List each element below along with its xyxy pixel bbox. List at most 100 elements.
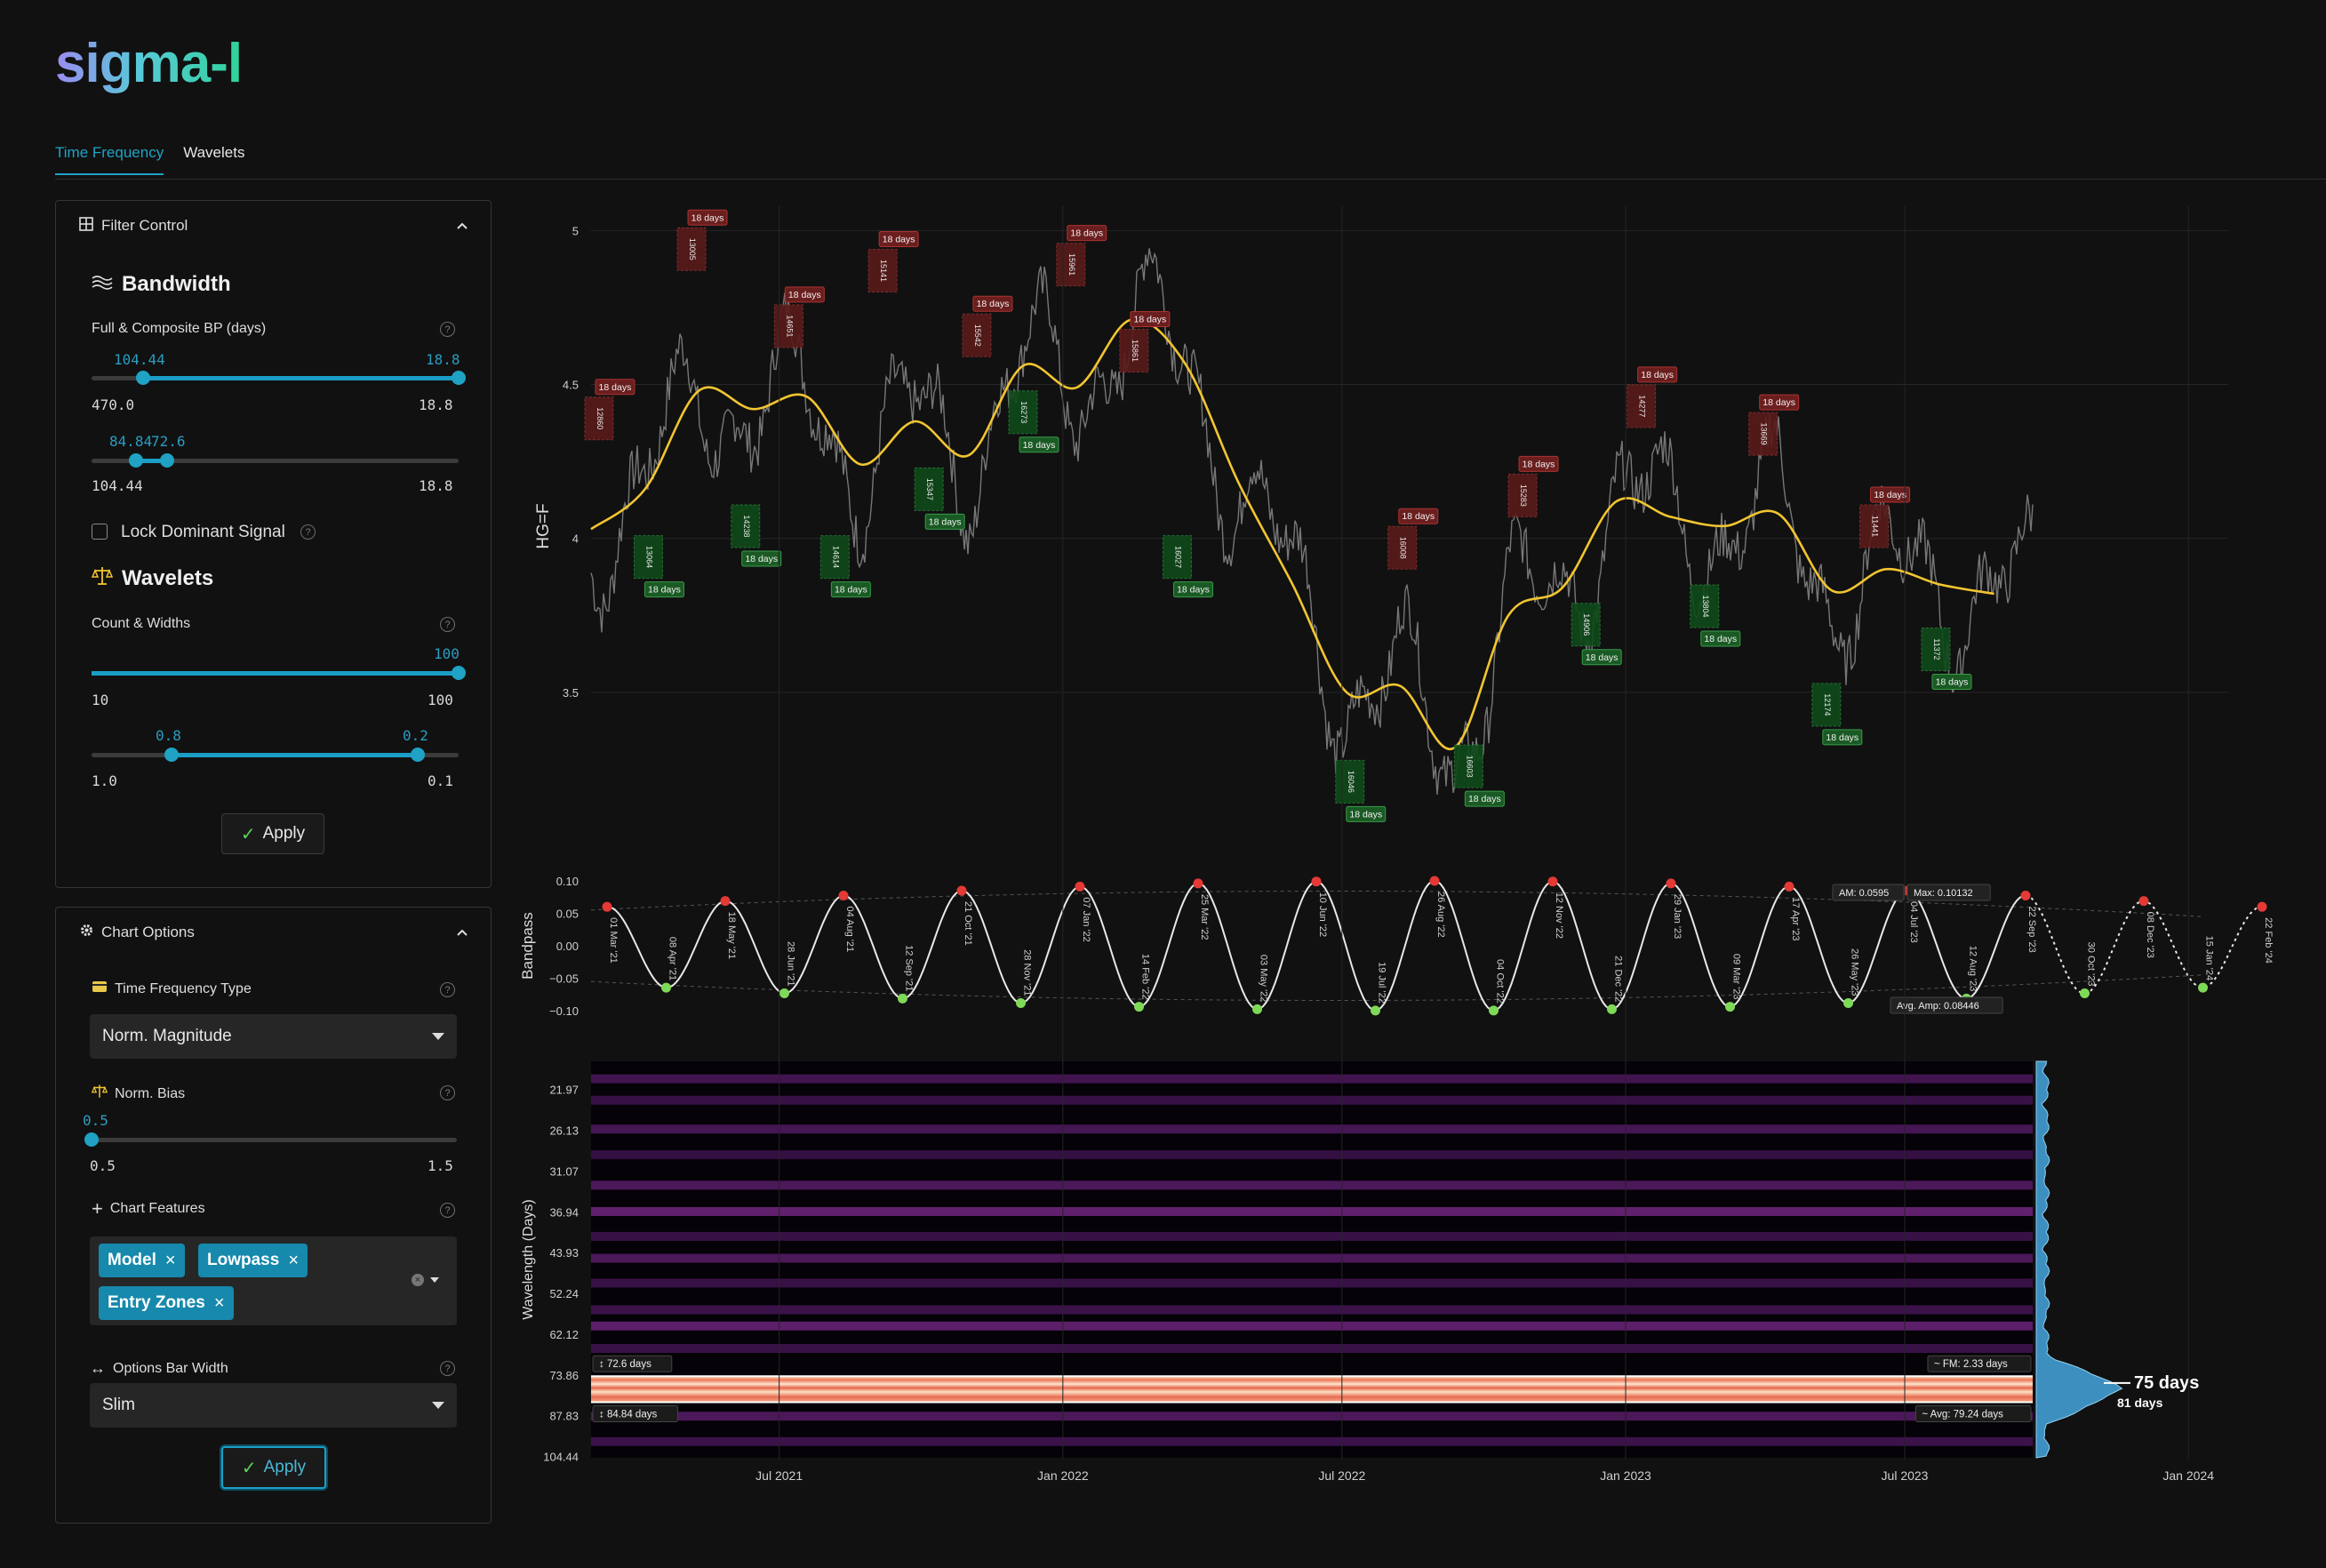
time-frequency-chart[interactable]: 5 4.5 4 3.5 HG=F 12860 18 days 13064 18 days 1300… xyxy=(513,197,2326,1522)
norm-bias-track[interactable] xyxy=(90,1138,457,1142)
entry-zone-label: 18 days xyxy=(1468,794,1501,804)
y-tick-label: 0.05 xyxy=(556,907,579,920)
caret-down-icon xyxy=(432,1402,444,1409)
y-tick-label: 0.10 xyxy=(556,875,579,888)
chart-features-multiselect[interactable]: Model × Lowpass × Entry Zones × × xyxy=(90,1236,457,1325)
x-tick-label: Jul 2022 xyxy=(1318,1468,1365,1483)
peak-marker xyxy=(1666,878,1676,889)
y-tick-label: 87.83 xyxy=(549,1410,579,1423)
help-icon[interactable]: ? xyxy=(440,322,455,337)
turning-point-label: 29 Jan '23 xyxy=(1672,894,1683,939)
tf-type-select[interactable]: Norm. Magnitude xyxy=(90,1014,457,1059)
peak-marker xyxy=(2138,896,2149,907)
chip-entry-zones[interactable]: Entry Zones × xyxy=(99,1286,234,1320)
y-tick-label: 4.5 xyxy=(563,378,579,391)
help-icon[interactable]: ? xyxy=(440,1203,455,1218)
caret-down-icon[interactable] xyxy=(430,1277,439,1283)
count-slider-min: 10 xyxy=(92,692,109,708)
clear-all-icon[interactable]: × xyxy=(412,1274,424,1286)
chevron-up-icon[interactable] xyxy=(456,219,468,233)
lock-dominant-checkbox[interactable] xyxy=(92,524,108,540)
chevron-up-icon[interactable] xyxy=(456,925,468,940)
entry-zone-id: 15283 xyxy=(1519,484,1528,507)
norm-bias-handle[interactable] xyxy=(84,1132,99,1147)
filter-control-panel: Filter Control Bandwidth Full & Composit… xyxy=(55,200,492,888)
turning-point-label: 19 Jul '22 xyxy=(1377,962,1387,1004)
chip-model[interactable]: Model × xyxy=(99,1244,185,1277)
trough-marker xyxy=(779,988,789,998)
bar-width-label-row: ↔ Options Bar Width xyxy=(90,1359,228,1378)
heatmap-band xyxy=(591,1321,2033,1331)
y-axis-label: Bandpass xyxy=(519,912,536,980)
wave-icon xyxy=(92,275,113,295)
chart-options-panel: Chart Options Time Frequency Type ? Norm… xyxy=(55,907,492,1524)
trough-marker xyxy=(2080,988,2090,998)
y-tick-label: −0.05 xyxy=(549,972,579,986)
entry-zone-label: 18 days xyxy=(788,290,821,300)
y-axis-label: HG=F xyxy=(534,503,553,548)
heatmap-band xyxy=(591,1180,2033,1190)
app-logo: sigma-l xyxy=(55,33,243,94)
filter-control-header[interactable]: Filter Control xyxy=(56,201,491,251)
tf-type-label-row: Time Frequency Type xyxy=(92,980,252,997)
help-icon[interactable]: ? xyxy=(440,1085,455,1100)
trough-marker xyxy=(1371,1005,1380,1016)
tab-time-frequency[interactable]: Time Frequency xyxy=(55,144,164,175)
peak-marker xyxy=(2257,901,2267,912)
entry-zone-label: 18 days xyxy=(1874,490,1906,500)
close-icon[interactable]: × xyxy=(214,1293,225,1314)
heatmap-band xyxy=(591,1095,2033,1105)
turning-point-label: 30 Oct '23 xyxy=(2086,942,2097,987)
count-slider-handle[interactable] xyxy=(452,666,466,680)
tf-type-value: Norm. Magnitude xyxy=(102,1027,232,1045)
y-tick-label: 31.07 xyxy=(549,1164,579,1178)
turning-point-label: 17 Apr '23 xyxy=(1790,897,1801,940)
help-icon[interactable]: ? xyxy=(300,524,316,540)
bar-width-select[interactable]: Slim xyxy=(90,1383,457,1428)
upper-bound-label: ↕ 72.6 days xyxy=(599,1359,651,1370)
widths-slider-left-handle[interactable] xyxy=(164,748,179,762)
bp-slider1-right-handle[interactable] xyxy=(452,371,466,385)
filter-control-title: Filter Control xyxy=(101,217,188,234)
widths-slider-min: 1.0 xyxy=(92,772,117,789)
count-widths-label: Count & Widths xyxy=(92,616,191,631)
tab-wavelets[interactable]: Wavelets xyxy=(183,144,244,175)
lower-bound-label: ↕ 84.84 days xyxy=(599,1410,657,1420)
chip-lowpass[interactable]: Lowpass × xyxy=(198,1244,308,1277)
entry-zone-id: 14906 xyxy=(1582,613,1591,636)
tab-divider xyxy=(55,179,2326,180)
entry-zone-id: 16046 xyxy=(1347,771,1355,793)
entry-zone-label: 18 days xyxy=(1134,315,1167,325)
bandwidth-label: Full & Composite BP (days) xyxy=(92,321,267,336)
y-tick-label: 104.44 xyxy=(543,1451,579,1464)
bp-slider2-left-handle[interactable] xyxy=(129,453,143,468)
balance-icon xyxy=(91,1084,108,1104)
am-annotation: AM: 0.0595 xyxy=(1839,888,1889,899)
price-pane: 5 4.5 4 3.5 HG=F 12860 18 days 13064 18 days 1300… xyxy=(534,209,2228,822)
help-icon[interactable]: ? xyxy=(440,617,455,632)
chart-options-header[interactable]: Chart Options xyxy=(56,908,491,957)
norm-bias-min: 0.5 xyxy=(90,1157,116,1174)
entry-zone-id: 15861 xyxy=(1131,340,1139,362)
tab-bar: Time Frequency Wavelets xyxy=(55,144,244,175)
turning-point-label: 07 Jan '22 xyxy=(1081,897,1091,941)
entry-zone-id: 13005 xyxy=(688,238,697,260)
entry-zone-id: 11372 xyxy=(1932,638,1941,660)
bp-slider1-max: 18.8 xyxy=(419,396,453,413)
bp-slider2-right-handle[interactable] xyxy=(160,453,174,468)
check-icon: ✓ xyxy=(241,1458,257,1478)
bandwidth-heading: Bandwidth xyxy=(122,272,231,296)
trough-marker xyxy=(1489,1005,1499,1016)
close-icon[interactable]: × xyxy=(165,1251,176,1271)
fm-label: ~ FM: 2.33 days xyxy=(1934,1359,2008,1370)
heatmap-band xyxy=(591,1436,2033,1446)
close-icon[interactable]: × xyxy=(288,1251,299,1271)
options-apply-button[interactable]: ✓ Apply xyxy=(221,1446,326,1489)
help-icon[interactable]: ? xyxy=(440,1361,455,1376)
widths-slider-right-handle[interactable] xyxy=(411,748,425,762)
filter-apply-button[interactable]: ✓ Apply xyxy=(221,813,324,854)
help-icon[interactable]: ? xyxy=(440,982,455,997)
heatmap-pane: 21.97 26.13 31.07 36.94 43.93 52.24 62.12 73.86… xyxy=(521,1060,2199,1464)
turning-point-label: 12 Nov '22 xyxy=(1554,892,1564,939)
bp-slider1-left-handle[interactable] xyxy=(136,371,150,385)
